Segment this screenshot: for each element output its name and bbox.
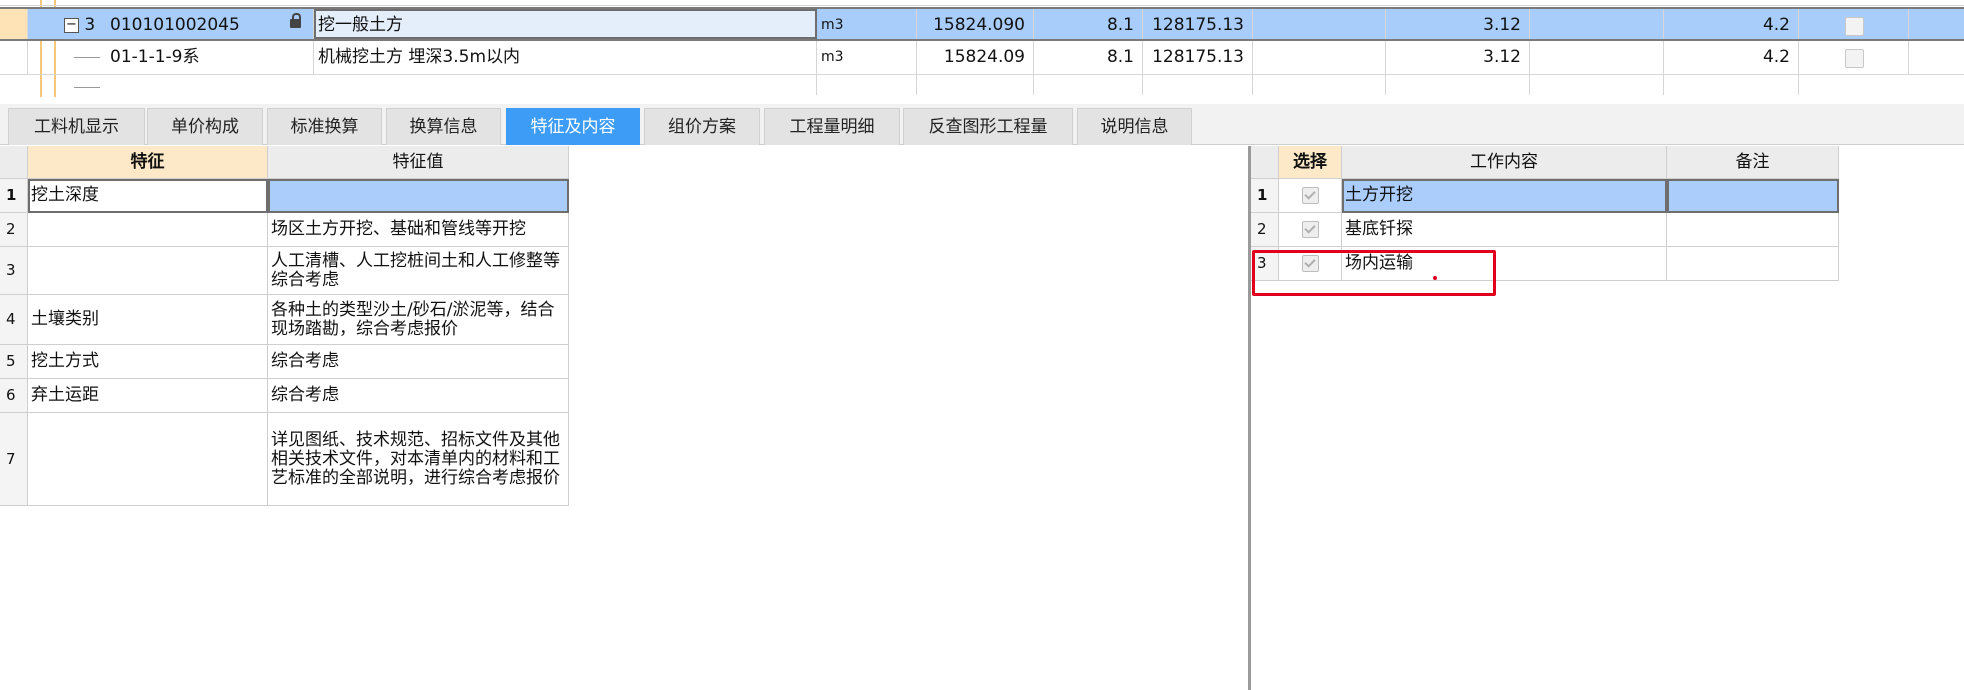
unit-price: 8.1 bbox=[1034, 9, 1143, 39]
empty-cell bbox=[1530, 41, 1664, 74]
feature-name-cell[interactable] bbox=[28, 213, 268, 247]
header-feature[interactable]: 特征 bbox=[28, 146, 268, 179]
work-content-cell[interactable]: 基底钎探 bbox=[1342, 213, 1667, 247]
highlight-box bbox=[1252, 250, 1496, 296]
feature-value-cell[interactable] bbox=[268, 179, 569, 213]
feature-value-cell[interactable]: 综合考虑 bbox=[268, 345, 569, 379]
feature-name-cell[interactable] bbox=[28, 413, 268, 506]
row-indicator bbox=[0, 9, 28, 39]
level-number: 3 bbox=[84, 15, 96, 35]
empty-cell bbox=[917, 75, 1034, 95]
tree-branch bbox=[74, 57, 100, 58]
checkbox-cell bbox=[1799, 41, 1909, 74]
tab-pricing-scheme[interactable]: 组价方案 bbox=[644, 108, 760, 145]
row-number: 1 bbox=[0, 179, 28, 213]
empty-cell bbox=[314, 75, 817, 95]
header-remark[interactable]: 备注 bbox=[1667, 146, 1839, 179]
row-number: 2 bbox=[0, 213, 28, 247]
item-name-cell[interactable]: 挖一般土方 bbox=[314, 9, 817, 39]
feature-name-cell[interactable]: 挖土方式 bbox=[28, 345, 268, 379]
empty-cell bbox=[1530, 9, 1664, 39]
rownum-header bbox=[1251, 146, 1279, 179]
feature-name-cell[interactable] bbox=[28, 247, 268, 295]
total-price: 128175.13 bbox=[1143, 41, 1253, 74]
cost-item-grid: − 3 010101002045 挖一般土方 m3 15824.090 8.1 … bbox=[0, 0, 1964, 97]
tab-labor-material[interactable]: 工料机显示 bbox=[8, 108, 145, 145]
remark-cell[interactable] bbox=[1667, 213, 1839, 247]
header-select[interactable]: 选择 bbox=[1279, 146, 1342, 179]
remark-cell[interactable] bbox=[1667, 247, 1839, 281]
feature-value-cell[interactable]: 综合考虑 bbox=[268, 379, 569, 413]
value-cell: 4.2 bbox=[1664, 9, 1799, 39]
item-code: 01-1-1-9系 bbox=[106, 41, 314, 74]
tab-unit-price[interactable]: 单价构成 bbox=[147, 108, 263, 145]
item-name-cell[interactable]: 机械挖土方 埋深3.5m以内 bbox=[314, 41, 817, 74]
table-row[interactable]: 01-1-1-9系 机械挖土方 埋深3.5m以内 m3 15824.09 8.1… bbox=[0, 41, 1964, 75]
unit: m3 bbox=[817, 9, 917, 39]
row-checkbox[interactable] bbox=[1844, 17, 1864, 36]
empty-cell bbox=[1386, 75, 1530, 95]
item-code: 010101002045 bbox=[106, 9, 314, 39]
remark-cell[interactable] bbox=[1667, 179, 1839, 213]
unit: m3 bbox=[817, 41, 917, 74]
quantity: 15824.09 bbox=[917, 41, 1034, 74]
row-number: 3 bbox=[0, 247, 28, 295]
tree-branch bbox=[74, 87, 100, 88]
table-row[interactable] bbox=[0, 75, 1964, 95]
feature-value-cell[interactable]: 详见图纸、技术规范、招标文件及其他相关技术文件，对本清单内的材料和工艺标准的全部… bbox=[268, 413, 569, 506]
header-work-content[interactable]: 工作内容 bbox=[1342, 146, 1667, 179]
select-cell bbox=[1279, 213, 1342, 247]
red-dot-mark bbox=[1433, 276, 1437, 280]
value-cell: 3.12 bbox=[1386, 9, 1530, 39]
row-number: 1 bbox=[1251, 179, 1279, 213]
features-table: 特征 特征值 1 挖土深度 2 场区土方开挖、基础和管线等开挖 3 人工清槽、人… bbox=[0, 146, 570, 512]
select-cell bbox=[1279, 179, 1342, 213]
row-number: 4 bbox=[0, 295, 28, 345]
feature-value-cell[interactable]: 人工清槽、人工挖桩间土和人工修整等综合考虑 bbox=[268, 247, 569, 295]
row-indicator bbox=[0, 41, 28, 74]
checkbox-cell bbox=[1799, 9, 1909, 39]
row-checkbox[interactable] bbox=[1844, 49, 1864, 68]
empty-cell bbox=[1253, 75, 1386, 95]
quantity: 15824.090 bbox=[917, 9, 1034, 39]
tab-description[interactable]: 说明信息 bbox=[1077, 108, 1192, 145]
collapse-icon[interactable]: − bbox=[64, 17, 79, 33]
work-content-cell[interactable]: 土方开挖 bbox=[1342, 179, 1667, 213]
tab-bar: 工料机显示 单价构成 标准换算 换算信息 特征及内容 组价方案 工程量明细 反查… bbox=[0, 104, 1964, 145]
unit-price: 8.1 bbox=[1034, 41, 1143, 74]
check-icon[interactable] bbox=[1301, 187, 1319, 204]
empty-cell bbox=[1664, 75, 1799, 95]
tab-reverse-quantity[interactable]: 反查图形工程量 bbox=[903, 108, 1073, 145]
row-number: 2 bbox=[1251, 213, 1279, 247]
empty-cell bbox=[1253, 9, 1386, 39]
tab-quantity-details[interactable]: 工程量明细 bbox=[764, 108, 900, 145]
rownum-header bbox=[0, 146, 28, 179]
table-row[interactable]: − 3 010101002045 挖一般土方 m3 15824.090 8.1 … bbox=[0, 7, 1964, 41]
header-feature-value[interactable]: 特征值 bbox=[268, 146, 569, 179]
row-number: 6 bbox=[0, 379, 28, 413]
empty-cell bbox=[1253, 41, 1386, 74]
feature-name-cell[interactable]: 土壤类别 bbox=[28, 295, 268, 345]
empty-cell bbox=[1530, 75, 1664, 95]
tree-toggle-cell: − 3 bbox=[60, 9, 106, 39]
tab-standard-conversion[interactable]: 标准换算 bbox=[267, 108, 382, 145]
tab-features-content[interactable]: 特征及内容 bbox=[506, 108, 640, 145]
feature-name-cell[interactable]: 弃土运距 bbox=[28, 379, 268, 413]
check-icon[interactable] bbox=[1301, 221, 1319, 238]
value-cell: 4.2 bbox=[1664, 41, 1799, 74]
row-number: 7 bbox=[0, 413, 28, 506]
tab-conversion-info[interactable]: 换算信息 bbox=[386, 108, 501, 145]
value-cell: 3.12 bbox=[1386, 41, 1530, 74]
row-fragment bbox=[0, 0, 1964, 6]
total-price: 128175.13 bbox=[1143, 9, 1253, 39]
empty-cell bbox=[1034, 75, 1143, 95]
feature-value-cell[interactable]: 各种土的类型沙土/砂石/淤泥等，结合现场踏勘，综合考虑报价 bbox=[268, 295, 569, 345]
empty-cell bbox=[817, 75, 917, 95]
feature-name-cell[interactable]: 挖土深度 bbox=[28, 179, 268, 213]
empty-cell bbox=[1143, 75, 1253, 95]
lock-icon bbox=[290, 13, 301, 28]
row-number: 5 bbox=[0, 345, 28, 379]
feature-value-cell[interactable]: 场区土方开挖、基础和管线等开挖 bbox=[268, 213, 569, 247]
